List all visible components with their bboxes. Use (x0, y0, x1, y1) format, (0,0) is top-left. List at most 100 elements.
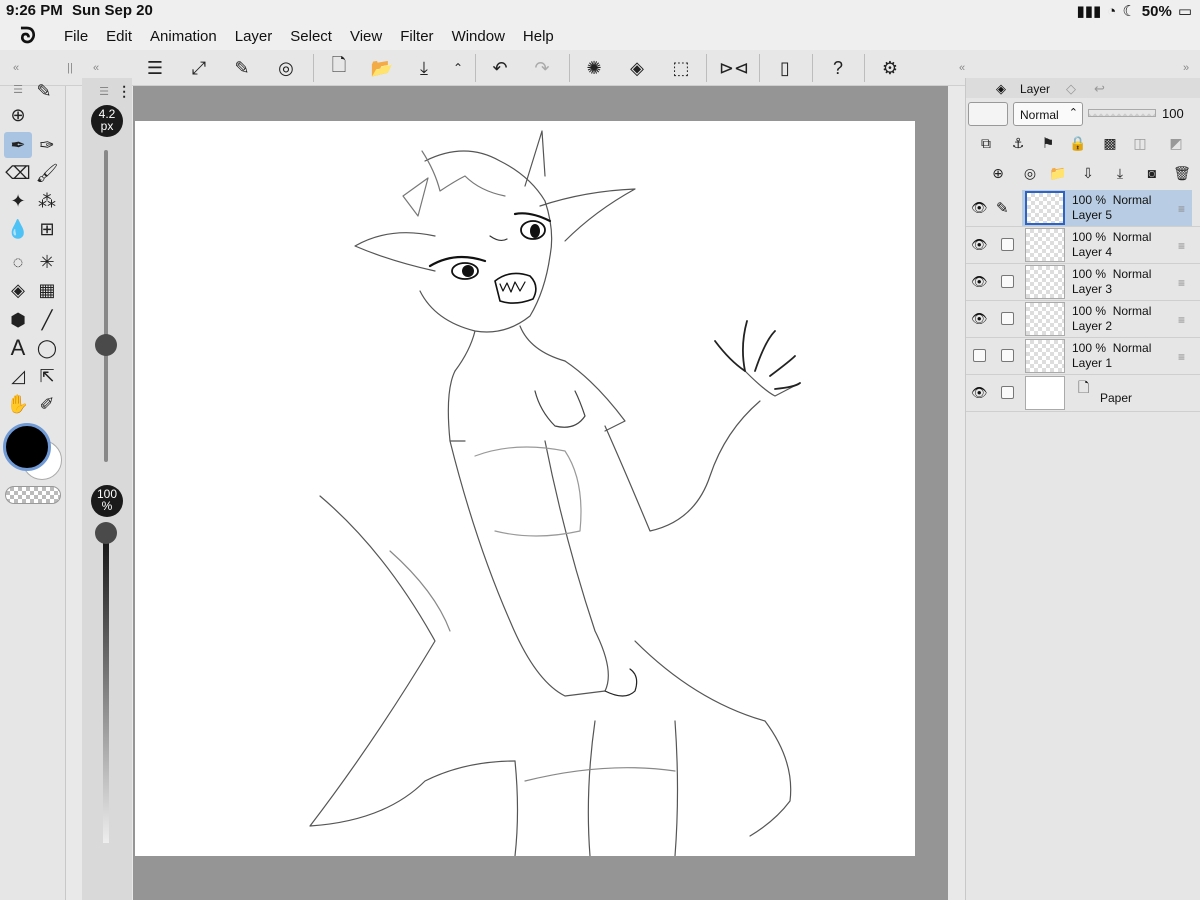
drag-handle-icon[interactable]: ≡ (1178, 202, 1185, 216)
history-tab-icon[interactable]: ↩ (1094, 81, 1105, 97)
object-tool-icon[interactable]: ⬢ (4, 307, 32, 333)
layer-checkbox[interactable] (1001, 238, 1014, 251)
text-tool-icon[interactable]: A (4, 335, 32, 361)
operation-tool-icon[interactable]: ⇱ (33, 363, 61, 389)
smartphone-icon[interactable]: ▯ (771, 54, 799, 82)
layer-property-tab-icon[interactable]: ◇ (1066, 81, 1076, 97)
sparkle-tool-icon[interactable]: ✦ (4, 188, 32, 214)
open-folder-icon[interactable]: 📂 (368, 54, 396, 82)
layer-row[interactable]: 👁 100 % Normal Layer 3 ≡ (966, 264, 1200, 301)
lock-icon[interactable]: 🔒 (1064, 130, 1092, 156)
new-vector-layer-icon[interactable]: ◎ (1016, 160, 1044, 186)
layer-checkbox[interactable] (1001, 312, 1014, 325)
pen-edit-icon[interactable]: ✎ (996, 199, 1009, 217)
eye-icon[interactable]: 👁 (971, 311, 988, 327)
lock-transparency-icon[interactable]: ▩ (1096, 130, 1124, 156)
edit-icon[interactable]: ✎ (228, 54, 256, 82)
menu-file[interactable]: File (56, 28, 98, 45)
menu-help[interactable]: Help (515, 28, 564, 45)
pen-tool-icon[interactable]: ✒ (4, 132, 32, 158)
layer-row[interactable]: 👁 ✎ 100 % Normal Layer 5 ≡ (966, 190, 1200, 227)
magic-wand-icon[interactable]: ✳ (33, 249, 61, 275)
menu-edit[interactable]: Edit (98, 28, 142, 45)
drag-handle-icon[interactable]: ≡ (1178, 350, 1185, 364)
new-raster-layer-icon[interactable]: ⊕ (984, 160, 1012, 186)
menu-layer[interactable]: Layer (227, 28, 283, 45)
brush-size-track[interactable] (104, 150, 108, 462)
grip-icon[interactable]: || (56, 54, 84, 82)
chevron-updown-icon[interactable]: ⌃ (444, 54, 472, 82)
pen-tab-icon[interactable]: ✎ (30, 78, 58, 104)
layer-row[interactable]: 👁 100 % Normal Layer 2 ≡ (966, 301, 1200, 338)
ruler-tool-icon[interactable]: ◿ (4, 363, 32, 389)
flip-horizontal-icon[interactable]: ⊳⊲ (719, 54, 749, 82)
eye-icon[interactable]: 👁 (971, 274, 988, 290)
opacity-knob[interactable] (95, 522, 117, 544)
settings-icon[interactable]: ⚙ (876, 54, 904, 82)
menu-animation[interactable]: Animation (142, 28, 227, 45)
brush-tool-icon[interactable]: 🖌 (33, 160, 61, 186)
menu-view[interactable]: View (342, 28, 392, 45)
airbrush-tool-icon[interactable]: ⁂ (33, 188, 61, 214)
eyedropper-tool-icon[interactable]: ✐ (33, 391, 61, 417)
visibility-checkbox[interactable] (973, 349, 986, 362)
menu-icon[interactable]: ☰ (141, 54, 169, 82)
balloon-tool-icon[interactable]: ◯ (33, 335, 61, 361)
layer-tab-label[interactable]: Layer (1020, 82, 1050, 96)
reference-layer-icon[interactable]: ⚓ (1004, 130, 1032, 156)
undo-icon[interactable]: ↶ (486, 54, 514, 82)
drag-handle-icon[interactable]: ≡ (1178, 276, 1185, 290)
grid-tool-icon[interactable]: ⊞ (33, 216, 61, 242)
menu-window[interactable]: Window (444, 28, 515, 45)
palette-menu-icon[interactable]: ☰ (4, 76, 32, 102)
line-tool-icon[interactable]: ╱ (33, 307, 61, 333)
canvas-area[interactable] (133, 86, 948, 900)
layer-tab-icon[interactable]: ◈ (996, 81, 1006, 97)
clip-icon[interactable]: ⧉ (972, 130, 1000, 156)
eye-icon[interactable]: 👁 (971, 200, 988, 216)
redo-icon[interactable]: ↷ (528, 54, 556, 82)
merge-down-icon[interactable]: ⤓ (1106, 160, 1134, 186)
draft-layer-icon[interactable]: ⚑ (1034, 130, 1062, 156)
layer-checkbox[interactable] (1001, 386, 1014, 399)
eye-icon[interactable]: 👁 (971, 385, 988, 401)
layer-color-button[interactable] (968, 102, 1008, 126)
fill-tool-icon[interactable]: ◈ (4, 277, 32, 303)
fill-icon[interactable]: ◈ (623, 54, 651, 82)
companion-icon[interactable]: ◎ (272, 54, 300, 82)
layer-checkbox[interactable] (1001, 275, 1014, 288)
drag-handle-icon[interactable]: ≡ (1178, 239, 1185, 253)
new-folder-icon[interactable]: 📁 (1044, 160, 1072, 186)
main-color-swatch[interactable] (3, 423, 51, 471)
brush-size-knob[interactable] (95, 334, 117, 356)
eye-icon[interactable]: 👁 (971, 237, 988, 253)
help-icon[interactable]: ? (824, 54, 852, 82)
save-icon[interactable]: ⤓ (410, 54, 438, 82)
blend-tool-icon[interactable]: 💧 (4, 216, 32, 242)
layer-row-paper[interactable]: 👁 🗋 Paper (966, 375, 1200, 412)
mask-enable-icon[interactable]: ◫ (1126, 130, 1154, 156)
drawing-canvas[interactable] (135, 121, 915, 856)
resize-canvas-icon[interactable]: ⤢ (185, 54, 213, 82)
layer-opacity-slider[interactable] (1088, 109, 1156, 117)
eraser-tool-icon[interactable]: ⌫ (4, 160, 32, 186)
download-icon[interactable]: ⊕ (4, 102, 32, 128)
transfer-down-icon[interactable]: ⇩ (1074, 160, 1102, 186)
hand-tool-icon[interactable]: ✋ (4, 391, 32, 417)
drag-handle-icon[interactable]: ≡ (1178, 313, 1185, 327)
clear-icon[interactable]: ✺ (580, 54, 608, 82)
layer-row[interactable]: 👁 100 % Normal Layer 4 ≡ (966, 227, 1200, 264)
transparent-color-swatch[interactable] (5, 486, 61, 504)
transform-icon[interactable]: ⬚ (667, 54, 695, 82)
menu-select[interactable]: Select (282, 28, 342, 45)
lasso-tool-icon[interactable]: ◌ (4, 249, 32, 275)
layer-checkbox[interactable] (1001, 349, 1014, 362)
ruler-range-icon[interactable]: ◩ (1162, 130, 1190, 156)
pencil-tool-icon[interactable]: ✑ (33, 132, 61, 158)
layer-mask-icon[interactable]: ◙ (1138, 160, 1166, 186)
clip-studio-icon[interactable]: ᘐ (0, 23, 56, 49)
gradient-tool-icon[interactable]: ▦ (33, 277, 61, 303)
opacity-track[interactable] (103, 533, 109, 843)
layer-row[interactable]: 100 % Normal Layer 1 ≡ (966, 338, 1200, 375)
new-file-icon[interactable]: 🗋 (325, 54, 353, 82)
